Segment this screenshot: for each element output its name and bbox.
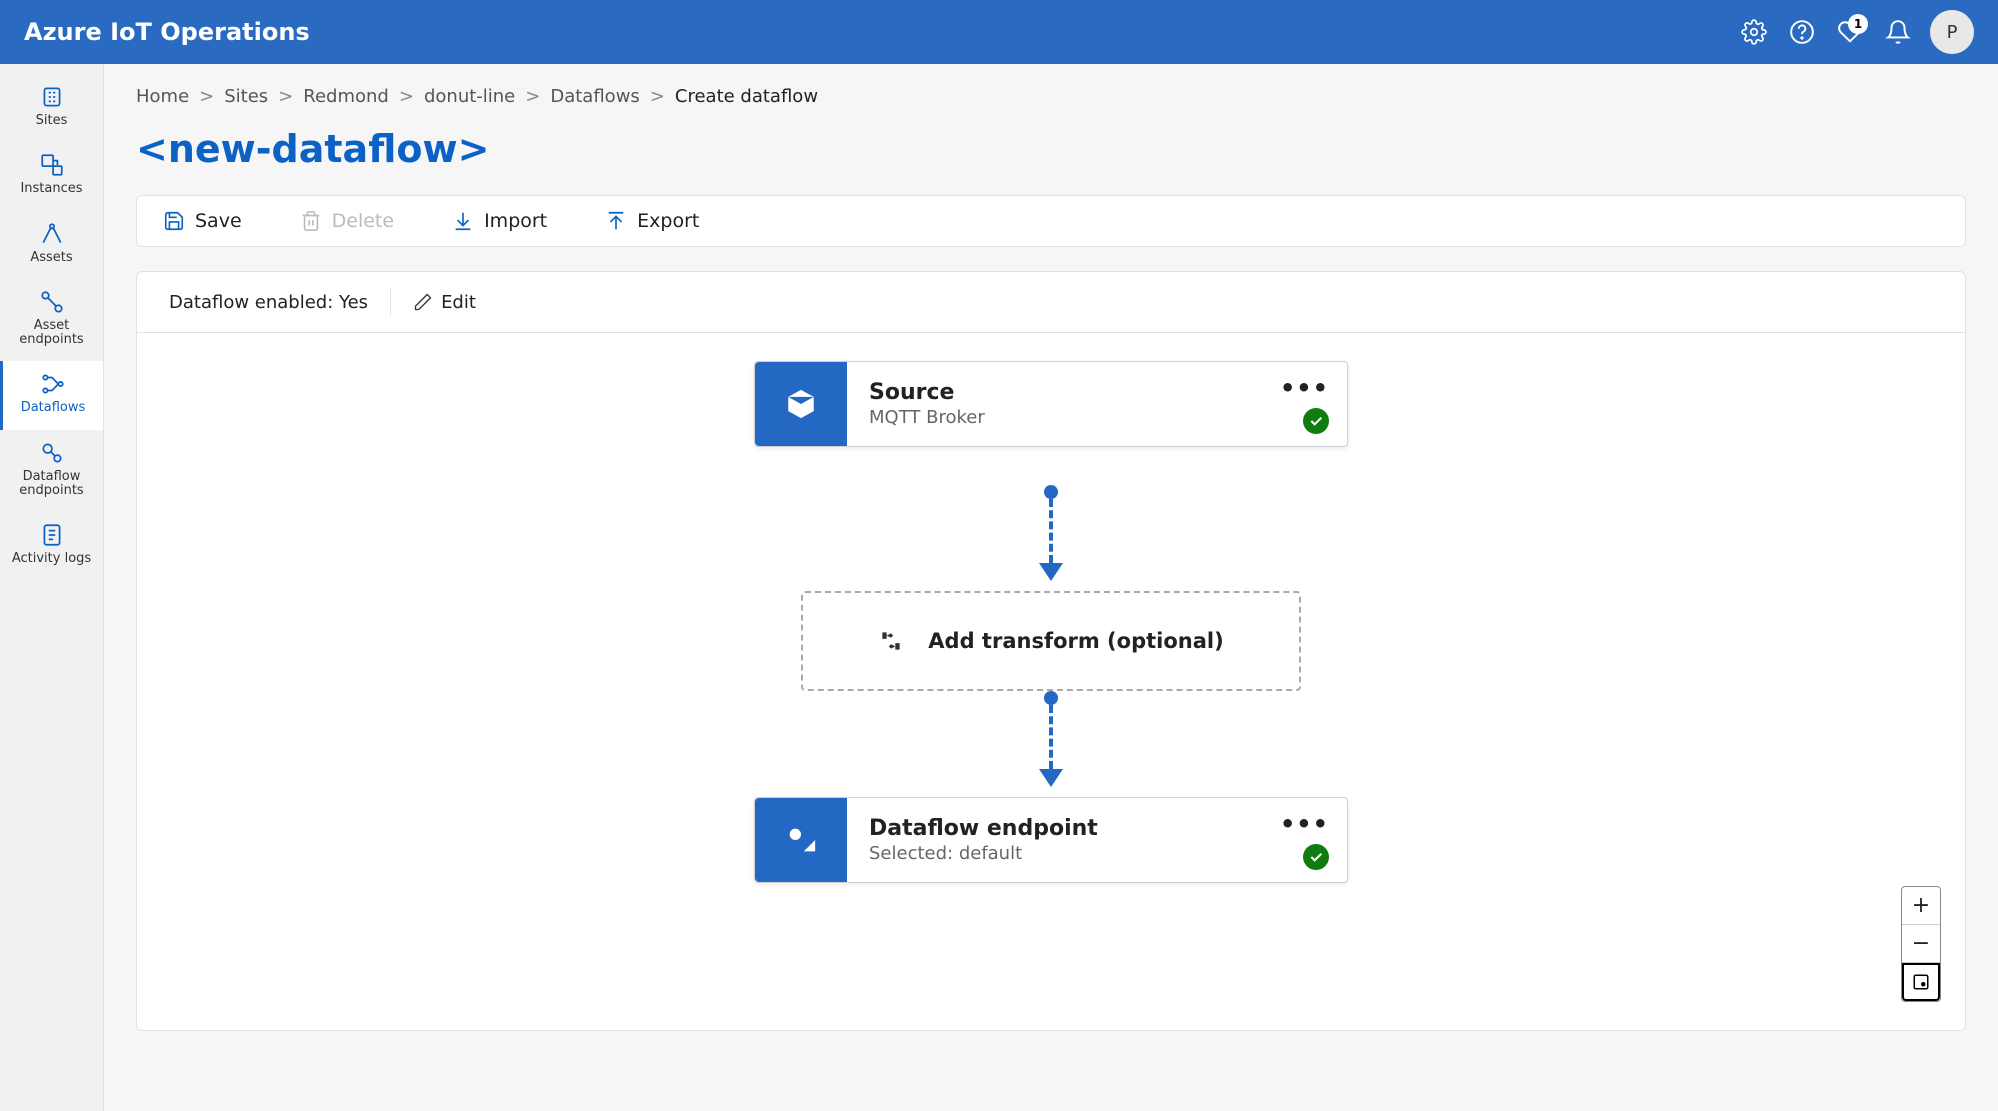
sidebar-item-label: Sites (36, 114, 68, 128)
page-title: <new-dataflow> (136, 127, 1966, 171)
breadcrumb: Home> Sites> Redmond> donut-line> Datafl… (136, 86, 1966, 107)
status-row: Dataflow enabled: Yes Edit (137, 272, 1965, 332)
breadcrumb-link[interactable]: Home (136, 86, 189, 107)
connector-line (1049, 705, 1053, 769)
check-icon (1303, 408, 1329, 434)
import-button[interactable]: Import (452, 210, 547, 232)
zoom-fit-button[interactable] (1902, 963, 1940, 1001)
breadcrumb-link[interactable]: Sites (224, 86, 268, 107)
delete-label: Delete (332, 210, 394, 232)
notification-icon[interactable] (1874, 8, 1922, 56)
sidebar-item-dataflows[interactable]: Dataflows (0, 361, 103, 429)
more-icon[interactable]: ••• (1280, 374, 1329, 402)
sidebar-item-activity-logs[interactable]: Activity logs (0, 512, 103, 580)
edit-button[interactable]: Edit (413, 292, 476, 313)
save-button[interactable]: Save (163, 210, 242, 232)
more-icon[interactable]: ••• (1280, 810, 1329, 838)
sidebar-item-label: Asset endpoints (4, 319, 99, 348)
feedback-icon[interactable]: 1 (1826, 8, 1874, 56)
app-header: Azure IoT Operations 1 P (0, 0, 1998, 64)
sidebar-item-label: Dataflow endpoints (4, 470, 99, 499)
connector-dot (1044, 691, 1058, 705)
connector-arrow (1039, 769, 1063, 787)
endpoint-subtitle: Selected: default (869, 843, 1325, 864)
canvas-card: Dataflow enabled: Yes Edit Source MQTT B… (136, 271, 1966, 1031)
brand-title: Azure IoT Operations (24, 18, 310, 46)
endpoint-title: Dataflow endpoint (869, 816, 1325, 841)
source-title: Source (869, 380, 1325, 405)
save-label: Save (195, 210, 242, 232)
edit-label: Edit (441, 292, 476, 313)
settings-icon[interactable] (1730, 8, 1778, 56)
connector-line (1049, 499, 1053, 563)
add-transform-button[interactable]: Add transform (optional) (801, 591, 1301, 691)
breadcrumb-link[interactable]: donut-line (424, 86, 515, 107)
import-label: Import (484, 210, 547, 232)
cube-icon (755, 362, 847, 446)
sidebar-item-instances[interactable]: Instances (0, 142, 103, 210)
transform-icon (878, 628, 904, 654)
endpoint-icon (755, 798, 847, 882)
sidebar-item-label: Dataflows (21, 401, 86, 415)
sidebar-item-sites[interactable]: Sites (0, 74, 103, 142)
connector-arrow (1039, 563, 1063, 581)
main-content: Home> Sites> Redmond> donut-line> Datafl… (104, 64, 1998, 1111)
divider (390, 288, 391, 316)
delete-button: Delete (300, 210, 394, 232)
zoom-controls: + − (1901, 886, 1941, 1002)
zoom-in-button[interactable]: + (1902, 887, 1940, 925)
export-label: Export (637, 210, 699, 232)
dataflow-enabled-label: Dataflow enabled: Yes (169, 292, 368, 313)
sidebar-item-asset-endpoints[interactable]: Asset endpoints (0, 279, 103, 362)
toolbar: Save Delete Import Export (136, 195, 1966, 247)
check-icon (1303, 844, 1329, 870)
source-subtitle: MQTT Broker (869, 407, 1325, 428)
notification-badge: 1 (1848, 14, 1868, 34)
sidebar-item-label: Instances (20, 182, 82, 196)
sidebar-item-dataflow-endpoints[interactable]: Dataflow endpoints (0, 430, 103, 513)
dataflow-canvas[interactable]: Source MQTT Broker ••• Add transform (op… (137, 332, 1965, 1022)
help-icon[interactable] (1778, 8, 1826, 56)
avatar[interactable]: P (1930, 10, 1974, 54)
transform-label: Add transform (optional) (928, 629, 1223, 653)
sidebar-item-label: Assets (30, 251, 72, 265)
sidebar: Sites Instances Assets Asset endpoints D… (0, 64, 104, 1111)
connector-dot (1044, 485, 1058, 499)
sidebar-item-label: Activity logs (12, 552, 91, 566)
export-button[interactable]: Export (605, 210, 699, 232)
endpoint-node[interactable]: Dataflow endpoint Selected: default ••• (754, 797, 1348, 883)
breadcrumb-link[interactable]: Redmond (303, 86, 389, 107)
zoom-out-button[interactable]: − (1902, 925, 1940, 963)
breadcrumb-current: Create dataflow (675, 86, 818, 107)
breadcrumb-link[interactable]: Dataflows (550, 86, 639, 107)
source-node[interactable]: Source MQTT Broker ••• (754, 361, 1348, 447)
avatar-initial: P (1947, 22, 1958, 43)
sidebar-item-assets[interactable]: Assets (0, 211, 103, 279)
